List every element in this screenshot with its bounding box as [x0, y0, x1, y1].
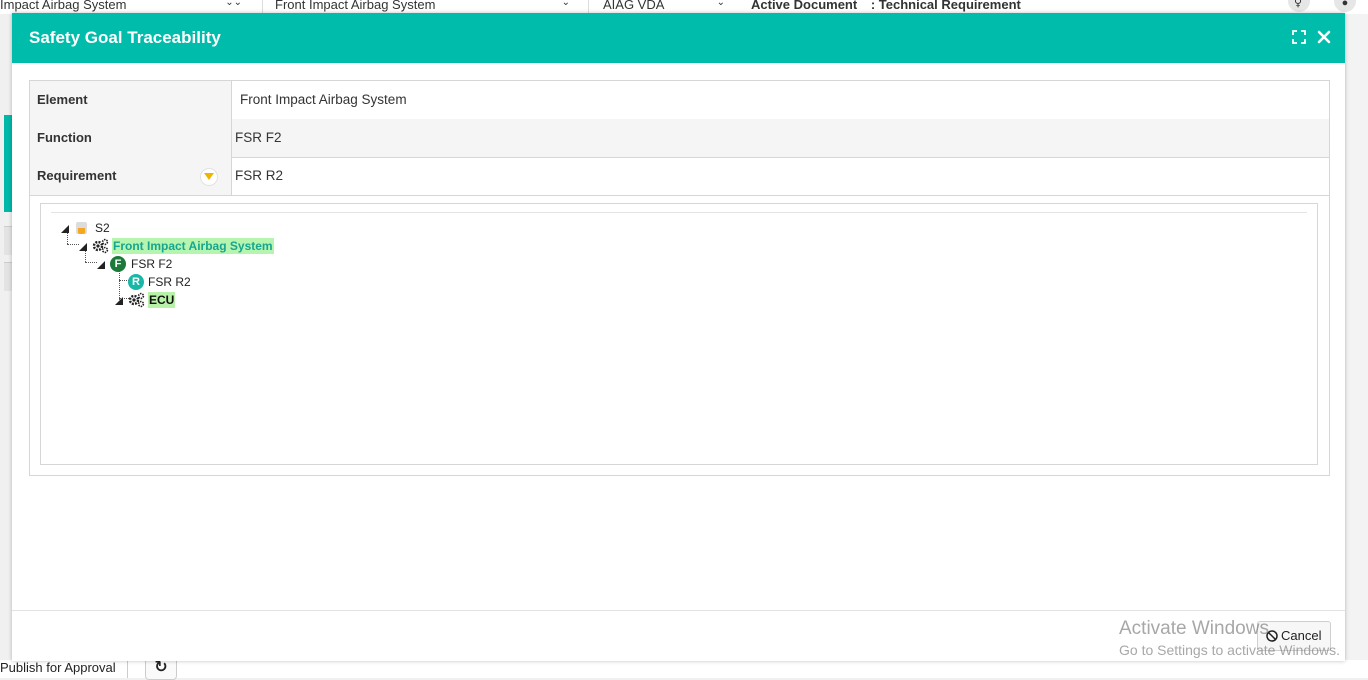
mic-icon[interactable]: ⚥ — [1288, 0, 1310, 12]
tree-expand-icon[interactable] — [95, 257, 109, 271]
divider — [588, 0, 589, 14]
tree-node-label: FSR R2 — [148, 275, 191, 289]
bg-standard-select[interactable]: AIAG VDA ⌄ — [603, 0, 725, 13]
tree-node-label: ECU — [148, 292, 176, 308]
gears-icon — [92, 238, 109, 254]
requirement-icon: R — [127, 273, 145, 291]
function-icon-letter: F — [110, 256, 126, 272]
dialog-header: Safety Goal Traceability — [12, 13, 1345, 63]
active-document-label: Active Document — [751, 0, 858, 12]
divider — [51, 212, 1307, 213]
requirement-value: FSR R2 — [235, 168, 284, 183]
safety-goal-icon — [76, 222, 87, 234]
tree-expand-icon[interactable] — [77, 239, 91, 253]
tree-expand-icon[interactable] — [113, 293, 127, 307]
close-icon — [1317, 30, 1331, 44]
footer-divider — [12, 610, 1345, 611]
chevron-down-icon: ⌄ — [561, 0, 570, 8]
divider — [127, 660, 128, 678]
cancel-button[interactable]: Cancel — [1257, 621, 1331, 651]
maximize-button[interactable] — [1289, 27, 1309, 49]
traceability-tree: S2 Front Impact Airbag System F FSR F2 R… — [40, 203, 1318, 465]
requirement-icon-letter: R — [128, 274, 144, 290]
element-value: Front Impact Airbag System — [240, 92, 407, 107]
element-row: Element Front Impact Airbag System — [30, 81, 1329, 120]
function-row: Function FSR F2 — [30, 119, 1329, 158]
divider — [262, 0, 263, 14]
tree-node-label: FSR F2 — [131, 257, 173, 271]
bg-select-value: Front Impact Airbag System — [275, 0, 436, 12]
tree-node-label: S2 — [95, 221, 110, 235]
bg-select-value: Impact Airbag System — [0, 0, 127, 12]
chevron-down-icon: ⌄ — [716, 0, 725, 8]
safety-goal-traceability-dialog: Safety Goal Traceability Element Front I… — [12, 13, 1345, 661]
active-document-value: : Technical Requirement — [870, 0, 1021, 12]
function-icon: F — [109, 255, 127, 273]
bg-active-document: Active Document : Technical Requirement — [751, 0, 1021, 12]
bg-right-edge — [1346, 14, 1368, 660]
background-bottom-bar — [0, 660, 1368, 678]
refresh-icon: ↻ — [154, 659, 168, 676]
gears-icon — [128, 292, 145, 308]
chevron-down-icon: ⌄⌄ — [225, 0, 242, 8]
close-button[interactable] — [1314, 27, 1334, 49]
maximize-icon — [1292, 30, 1306, 44]
tree-node-label: Front Impact Airbag System — [112, 238, 274, 254]
traceability-grid: Element Front Impact Airbag System Funct… — [29, 80, 1330, 476]
background-top-bar: Impact Airbag System ⌄⌄ Front Impact Air… — [0, 0, 1368, 14]
function-value: FSR F2 — [235, 130, 282, 145]
drop-icon[interactable]: ● — [1334, 0, 1356, 12]
dialog-title: Safety Goal Traceability — [29, 28, 221, 47]
cancel-icon — [1266, 630, 1278, 642]
bg-select-value: AIAG VDA — [603, 0, 665, 12]
tree-expand-icon[interactable] — [59, 221, 73, 235]
publish-for-approval-button[interactable]: Publish for Approval — [0, 660, 116, 675]
requirement-dropdown-button[interactable] — [200, 168, 218, 186]
bg-system-select[interactable]: Impact Airbag System ⌄⌄ — [0, 0, 242, 13]
requirement-row: Requirement FSR R2 — [30, 157, 1329, 196]
function-label: Function — [30, 119, 232, 157]
caret-down-icon — [204, 173, 214, 180]
bg-element-select[interactable]: Front Impact Airbag System ⌄ — [275, 0, 570, 13]
element-label: Element — [30, 81, 232, 119]
cancel-label: Cancel — [1281, 628, 1322, 643]
